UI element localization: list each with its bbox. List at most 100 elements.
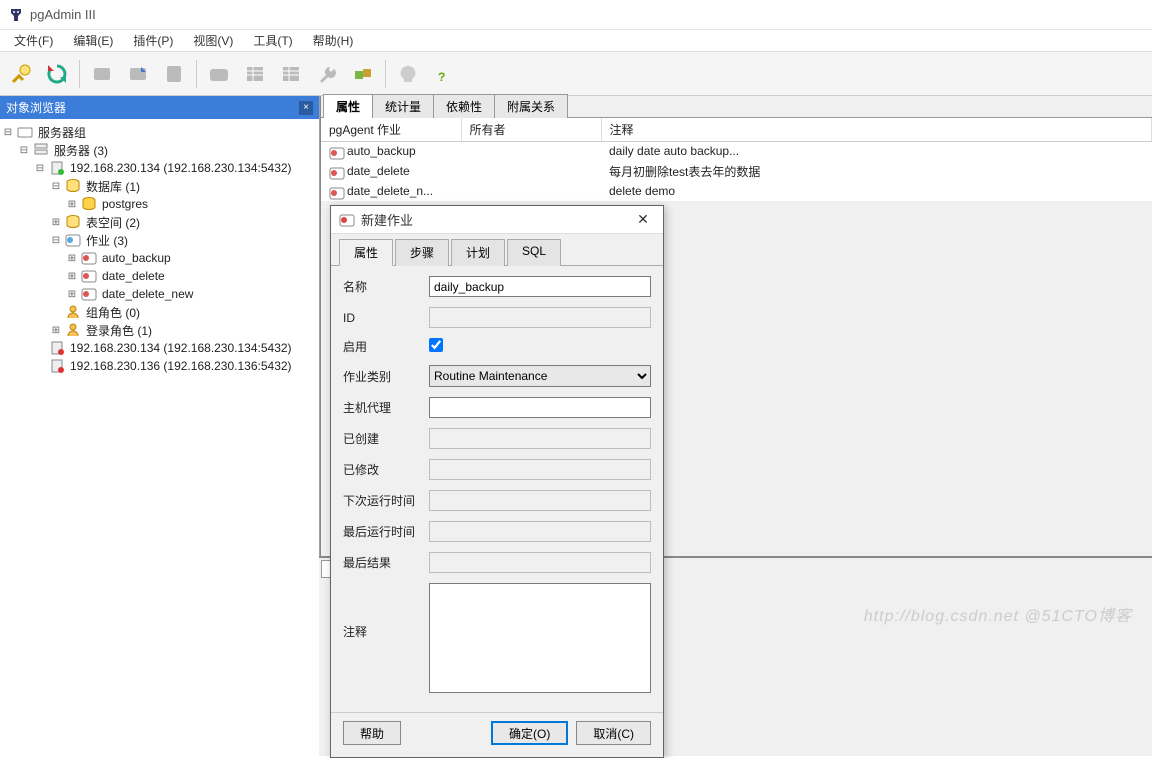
tool-refresh-icon[interactable] bbox=[40, 57, 74, 91]
tab-properties[interactable]: 属性 bbox=[323, 94, 373, 118]
table-row[interactable]: date_delete_n...delete demo bbox=[321, 182, 1152, 201]
tree-node[interactable]: 组角色 (0) bbox=[2, 303, 317, 321]
servers-icon bbox=[33, 142, 49, 158]
toolbar-separator bbox=[79, 60, 80, 88]
checkbox-enable[interactable] bbox=[429, 338, 443, 352]
tree-node[interactable]: ⊞ date_delete_new bbox=[2, 285, 317, 303]
dlg-tab-steps[interactable]: 步骤 bbox=[395, 239, 449, 266]
tool-delete-icon[interactable] bbox=[157, 57, 191, 91]
tool-connect-icon[interactable] bbox=[4, 57, 38, 91]
table-row[interactable]: date_delete每月初删除test表去年的数据 bbox=[321, 161, 1152, 182]
menu-plugin[interactable]: 插件(P) bbox=[123, 30, 183, 51]
tree-expander-icon[interactable]: ⊞ bbox=[66, 252, 78, 264]
label-created: 已创建 bbox=[343, 430, 429, 447]
tree-expander-icon[interactable] bbox=[50, 306, 62, 318]
tool-hint-icon[interactable] bbox=[391, 57, 425, 91]
tool-properties-icon[interactable] bbox=[85, 57, 119, 91]
object-tree[interactable]: ⊟服务器组⊟服务器 (3)⊟192.168.230.134 (192.168.2… bbox=[0, 119, 319, 756]
tree-expander-icon[interactable] bbox=[34, 360, 46, 372]
menu-file[interactable]: 文件(F) bbox=[4, 30, 63, 51]
tree-label: auto_backup bbox=[100, 251, 173, 265]
dlg-tab-schedules[interactable]: 计划 bbox=[451, 239, 505, 266]
tool-sql-icon[interactable] bbox=[202, 57, 236, 91]
menu-view[interactable]: 视图(V) bbox=[183, 30, 243, 51]
job-icon bbox=[81, 250, 97, 266]
tree-node[interactable]: ⊟服务器 (3) bbox=[2, 141, 317, 159]
server-red-icon bbox=[49, 358, 65, 374]
col-owner[interactable]: 所有者 bbox=[461, 118, 601, 142]
tree-label: 数据库 (1) bbox=[84, 178, 142, 195]
tree-node[interactable]: ⊟ 作业 (3) bbox=[2, 231, 317, 249]
menu-bar: 文件(F) 编辑(E) 插件(P) 视图(V) 工具(T) 帮助(H) bbox=[0, 30, 1152, 52]
jobs-icon bbox=[65, 232, 81, 248]
tool-maintenance-icon[interactable] bbox=[310, 57, 344, 91]
tree-expander-icon[interactable]: ⊞ bbox=[66, 270, 78, 282]
dialog-titlebar[interactable]: 新建作业 ✕ bbox=[331, 206, 663, 234]
textarea-comment[interactable] bbox=[429, 583, 651, 693]
dialog-title: 新建作业 bbox=[361, 210, 631, 229]
tree-expander-icon[interactable]: ⊞ bbox=[50, 216, 62, 228]
select-class[interactable]: Routine Maintenance bbox=[429, 365, 651, 387]
tree-node[interactable]: ⊟服务器组 bbox=[2, 123, 317, 141]
tree-expander-icon[interactable]: ⊟ bbox=[50, 180, 62, 192]
toolbar-separator bbox=[196, 60, 197, 88]
tree-node[interactable]: 192.168.230.136 (192.168.230.136:5432) bbox=[2, 357, 317, 375]
input-modified bbox=[429, 459, 651, 480]
tree-expander-icon[interactable]: ⊞ bbox=[66, 288, 78, 300]
tree-node[interactable]: ⊞ auto_backup bbox=[2, 249, 317, 267]
tree-expander-icon[interactable]: ⊞ bbox=[50, 324, 62, 336]
label-lastresult: 最后结果 bbox=[343, 554, 429, 571]
tree-label: 表空间 (2) bbox=[84, 214, 142, 231]
tree-node[interactable]: ⊟192.168.230.134 (192.168.230.134:5432) bbox=[2, 159, 317, 177]
tool-filter-icon[interactable] bbox=[274, 57, 308, 91]
label-class: 作业类别 bbox=[343, 368, 429, 385]
tree-label: 作业 (3) bbox=[84, 232, 130, 249]
tablespace-icon bbox=[65, 214, 81, 230]
tree-node[interactable]: ⊞postgres bbox=[2, 195, 317, 213]
table-row[interactable]: auto_backupdaily date auto backup... bbox=[321, 142, 1152, 161]
menu-edit[interactable]: 编辑(E) bbox=[63, 30, 123, 51]
tool-viewdata-icon[interactable] bbox=[238, 57, 272, 91]
label-name: 名称 bbox=[343, 278, 429, 295]
tree-node[interactable]: ⊟ 数据库 (1) bbox=[2, 177, 317, 195]
label-enable: 启用 bbox=[343, 338, 429, 355]
job-icon bbox=[329, 145, 343, 159]
dialog-close-icon[interactable]: ✕ bbox=[631, 208, 655, 232]
tree-node[interactable]: ⊞date_delete bbox=[2, 267, 317, 285]
menu-help[interactable]: 帮助(H) bbox=[303, 30, 364, 51]
dlg-cancel-button[interactable]: 取消(C) bbox=[576, 721, 651, 745]
tree-expander-icon[interactable]: ⊞ bbox=[66, 198, 78, 210]
col-comment[interactable]: 注释 bbox=[601, 118, 1152, 142]
dlg-ok-button[interactable]: 确定(O) bbox=[491, 721, 568, 745]
input-lastresult bbox=[429, 552, 651, 573]
properties-grid: pgAgent 作业 所有者 注释 auto_backupdaily date … bbox=[321, 118, 1152, 201]
tree-node[interactable]: 192.168.230.134 (192.168.230.134:5432) bbox=[2, 339, 317, 357]
input-name[interactable] bbox=[429, 276, 651, 297]
tree-expander-icon[interactable]: ⊟ bbox=[34, 162, 46, 174]
dlg-tab-sql[interactable]: SQL bbox=[507, 239, 561, 266]
tree-label: date_delete_new bbox=[100, 287, 195, 301]
tool-plugin-icon[interactable] bbox=[346, 57, 380, 91]
tab-dependencies[interactable]: 依赖性 bbox=[433, 94, 495, 118]
close-pane-icon[interactable]: × bbox=[299, 101, 313, 115]
input-host[interactable] bbox=[429, 397, 651, 418]
dialog-icon bbox=[339, 212, 355, 228]
tool-create-icon[interactable] bbox=[121, 57, 155, 91]
db-yellow-icon bbox=[81, 196, 97, 212]
menu-tools[interactable]: 工具(T) bbox=[243, 30, 302, 51]
col-job[interactable]: pgAgent 作业 bbox=[321, 118, 461, 142]
tree-expander-icon[interactable]: ⊟ bbox=[50, 234, 62, 246]
tool-help-icon[interactable]: ? bbox=[427, 57, 461, 91]
tree-node[interactable]: ⊞ 表空间 (2) bbox=[2, 213, 317, 231]
dlg-tab-properties[interactable]: 属性 bbox=[339, 239, 393, 266]
tree-expander-icon[interactable]: ⊟ bbox=[2, 126, 14, 138]
input-id bbox=[429, 307, 651, 328]
tab-dependents[interactable]: 附属关系 bbox=[494, 94, 568, 118]
tree-expander-icon[interactable]: ⊟ bbox=[18, 144, 30, 156]
right-tabstrip: 属性 统计量 依赖性 附属关系 bbox=[321, 96, 1152, 118]
tab-statistics[interactable]: 统计量 bbox=[372, 94, 434, 118]
tree-node[interactable]: ⊞登录角色 (1) bbox=[2, 321, 317, 339]
tree-label: 组角色 (0) bbox=[84, 304, 142, 321]
tree-expander-icon[interactable] bbox=[34, 342, 46, 354]
dlg-help-button[interactable]: 帮助 bbox=[343, 721, 401, 745]
